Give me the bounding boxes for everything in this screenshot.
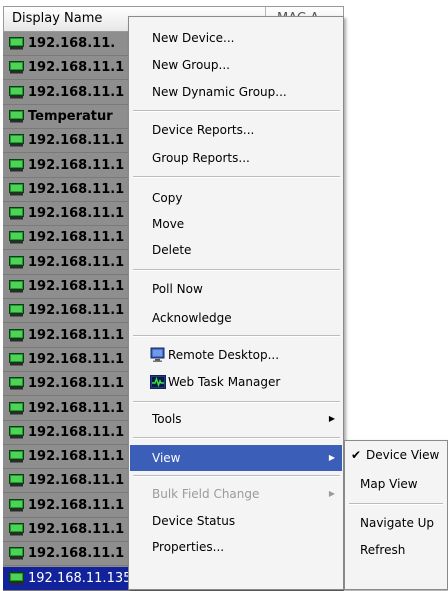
menu-new-group[interactable]: New Group... [130,52,342,78]
menu-view-label: View [152,451,181,465]
device-status-icon [9,280,24,293]
device-status-icon [9,474,24,487]
device-status-icon [9,450,24,463]
device-status-icon [9,377,24,390]
submenu-map-view[interactable]: Map View [346,471,446,497]
menu-poll-now[interactable]: Poll Now [130,276,342,302]
device-status-icon [9,61,24,74]
menu-copy[interactable]: Copy [130,185,342,211]
menu-bulk-field-change-label: Bulk Field Change [152,487,260,501]
device-display-name: Temperatur [28,108,113,124]
submenu-device-view-label: Device View [366,448,440,462]
menu-bulk-field-change: Bulk Field Change ▶ [130,481,342,507]
submenu-arrow-icon: ▶ [328,453,335,462]
device-display-name: 192.168.11.1 [28,351,125,367]
device-status-icon [9,352,24,366]
device-status-icon [9,134,24,147]
menu-separator [133,269,340,271]
menu-device-reports[interactable]: Device Reports... [130,117,342,143]
device-display-name: 192.168.11.1 [28,206,125,222]
device-display-name: 192.168.11.1 [28,84,125,100]
device-status-icon [9,304,24,317]
device-display-name: 192.168.11.1 [28,473,125,489]
device-status-icon [9,401,24,414]
menu-separator [133,437,340,439]
device-status-icon [9,158,24,171]
submenu-device-view[interactable]: ✔ Device View [346,442,446,468]
device-display-name: 192.168.11.135 [28,570,132,586]
device-display-name: 192.168.11.1 [28,133,125,149]
device-display-name: 192.168.11.1 [28,303,125,319]
device-display-name: 192.168.11.1 [28,279,125,294]
submenu-arrow-icon: ▶ [328,414,335,423]
device-display-name: 192.168.11.1 [28,522,125,537]
device-status-icon [9,109,24,123]
menu-move[interactable]: Move [130,211,342,237]
menu-web-task-manager-label: Web Task Manager [168,375,281,389]
device-status-icon [9,571,24,585]
device-display-name: 192.168.11.1 [28,400,125,416]
submenu-separator [349,503,443,505]
menu-separator [133,335,340,337]
device-display-name: 192.168.11.1 [28,327,125,343]
checkmark-icon: ✔ [351,448,362,462]
menu-separator [133,110,340,112]
menu-new-dynamic-group[interactable]: New Dynamic Group... [130,79,342,105]
device-display-name: 192.168.11.1 [28,546,125,562]
menu-delete[interactable]: Delete [130,237,342,263]
menu-separator [133,176,340,178]
menu-view[interactable]: View ▶ [130,445,342,471]
menu-group-reports[interactable]: Group Reports... [130,145,342,171]
device-status-icon [9,231,24,244]
menu-properties[interactable]: Properties... [130,534,342,560]
monitor-icon [150,347,165,362]
device-display-name: 192.168.11.1 [28,254,125,270]
menu-separator [133,401,340,403]
device-display-name: 192.168.11.1 [28,449,125,465]
menu-new-device[interactable]: New Device... [130,25,342,51]
menu-remote-desktop-label: Remote Desktop... [168,348,280,362]
device-status-icon [9,85,24,99]
context-menu: New Device... New Group... New Dynamic G… [128,16,344,590]
submenu-refresh[interactable]: Refresh [346,537,446,563]
device-display-name: 192.168.11.1 [28,424,125,440]
device-status-icon [9,207,24,220]
menu-tools-label: Tools [152,412,182,426]
view-submenu: ✔ Device View Map View Navigate Up Refre… [344,440,448,590]
menu-remote-desktop[interactable]: Remote Desktop... [130,342,342,368]
device-status-icon [9,37,24,50]
submenu-arrow-icon: ▶ [328,489,335,498]
device-display-name: 192.168.11.1 [28,230,125,246]
device-status-icon [9,425,24,439]
device-status-icon [9,498,24,512]
device-display-name: 192.168.11.1 [28,60,125,76]
menu-acknowledge[interactable]: Acknowledge [130,305,342,331]
menu-device-status[interactable]: Device Status [130,508,342,534]
menu-web-task-manager[interactable]: Web Task Manager [130,369,342,395]
menu-tools[interactable]: Tools ▶ [130,406,342,432]
device-display-name: 192.168.11.1 [28,376,125,392]
device-status-icon [9,182,24,196]
task-manager-icon [150,375,166,389]
device-display-name: 192.168.11. [28,36,116,51]
device-status-icon [9,523,24,536]
device-display-name: 192.168.11.1 [28,181,125,197]
menu-separator [133,475,340,477]
device-status-icon [9,255,24,269]
device-display-name: 192.168.11.1 [28,157,125,173]
device-display-name: 192.168.11.1 [28,497,125,513]
device-status-icon [9,547,24,560]
submenu-navigate-up[interactable]: Navigate Up [346,510,446,536]
device-status-icon [9,328,24,342]
